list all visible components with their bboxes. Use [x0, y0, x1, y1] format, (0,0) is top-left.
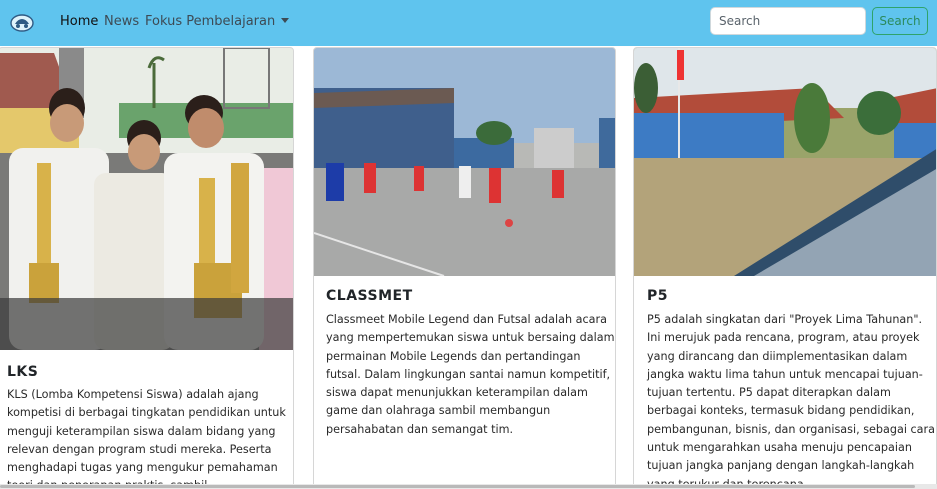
nav-fokus-dropdown[interactable]: Fokus Pembelajaran: [145, 14, 290, 29]
nav-home-link[interactable]: Home: [60, 14, 98, 29]
search-input[interactable]: [710, 7, 866, 35]
nav-fokus-label: Fokus Pembelajaran: [145, 14, 276, 29]
search-button[interactable]: Search: [872, 7, 928, 35]
card-text: KLS (Lomba Kompetensi Siswa) adalah ajan…: [7, 388, 286, 489]
card-text: P5 adalah singkatan dari "Proyek Lima Ta…: [647, 313, 935, 489]
car-logo-icon[interactable]: [10, 12, 34, 34]
navbar: Home News Fokus Pembelajaran Search: [0, 0, 937, 46]
school-assembly-field-photo: [634, 48, 936, 276]
chevron-down-icon: [281, 18, 290, 23]
card-classmet: CLASSMET Classmeet Mobile Legend dan Fut…: [313, 47, 616, 489]
card-text: Classmeet Mobile Legend dan Futsal adala…: [326, 313, 615, 436]
card-title: CLASSMET: [326, 288, 413, 304]
futsal-match-courtyard-photo: [314, 48, 615, 276]
card-p5: P5 P5 adalah singkatan dari "Proyek Lima…: [633, 47, 937, 489]
card-lks: LKS KLS (Lomba Kompetensi Siswa) adalah …: [0, 47, 294, 489]
card-title: LKS: [7, 364, 39, 380]
scrollbar-thumb[interactable]: [0, 485, 915, 488]
nav-news-link[interactable]: News: [104, 14, 139, 29]
students-holding-trophies-photo: [0, 48, 293, 350]
card-title: P5: [647, 288, 669, 304]
